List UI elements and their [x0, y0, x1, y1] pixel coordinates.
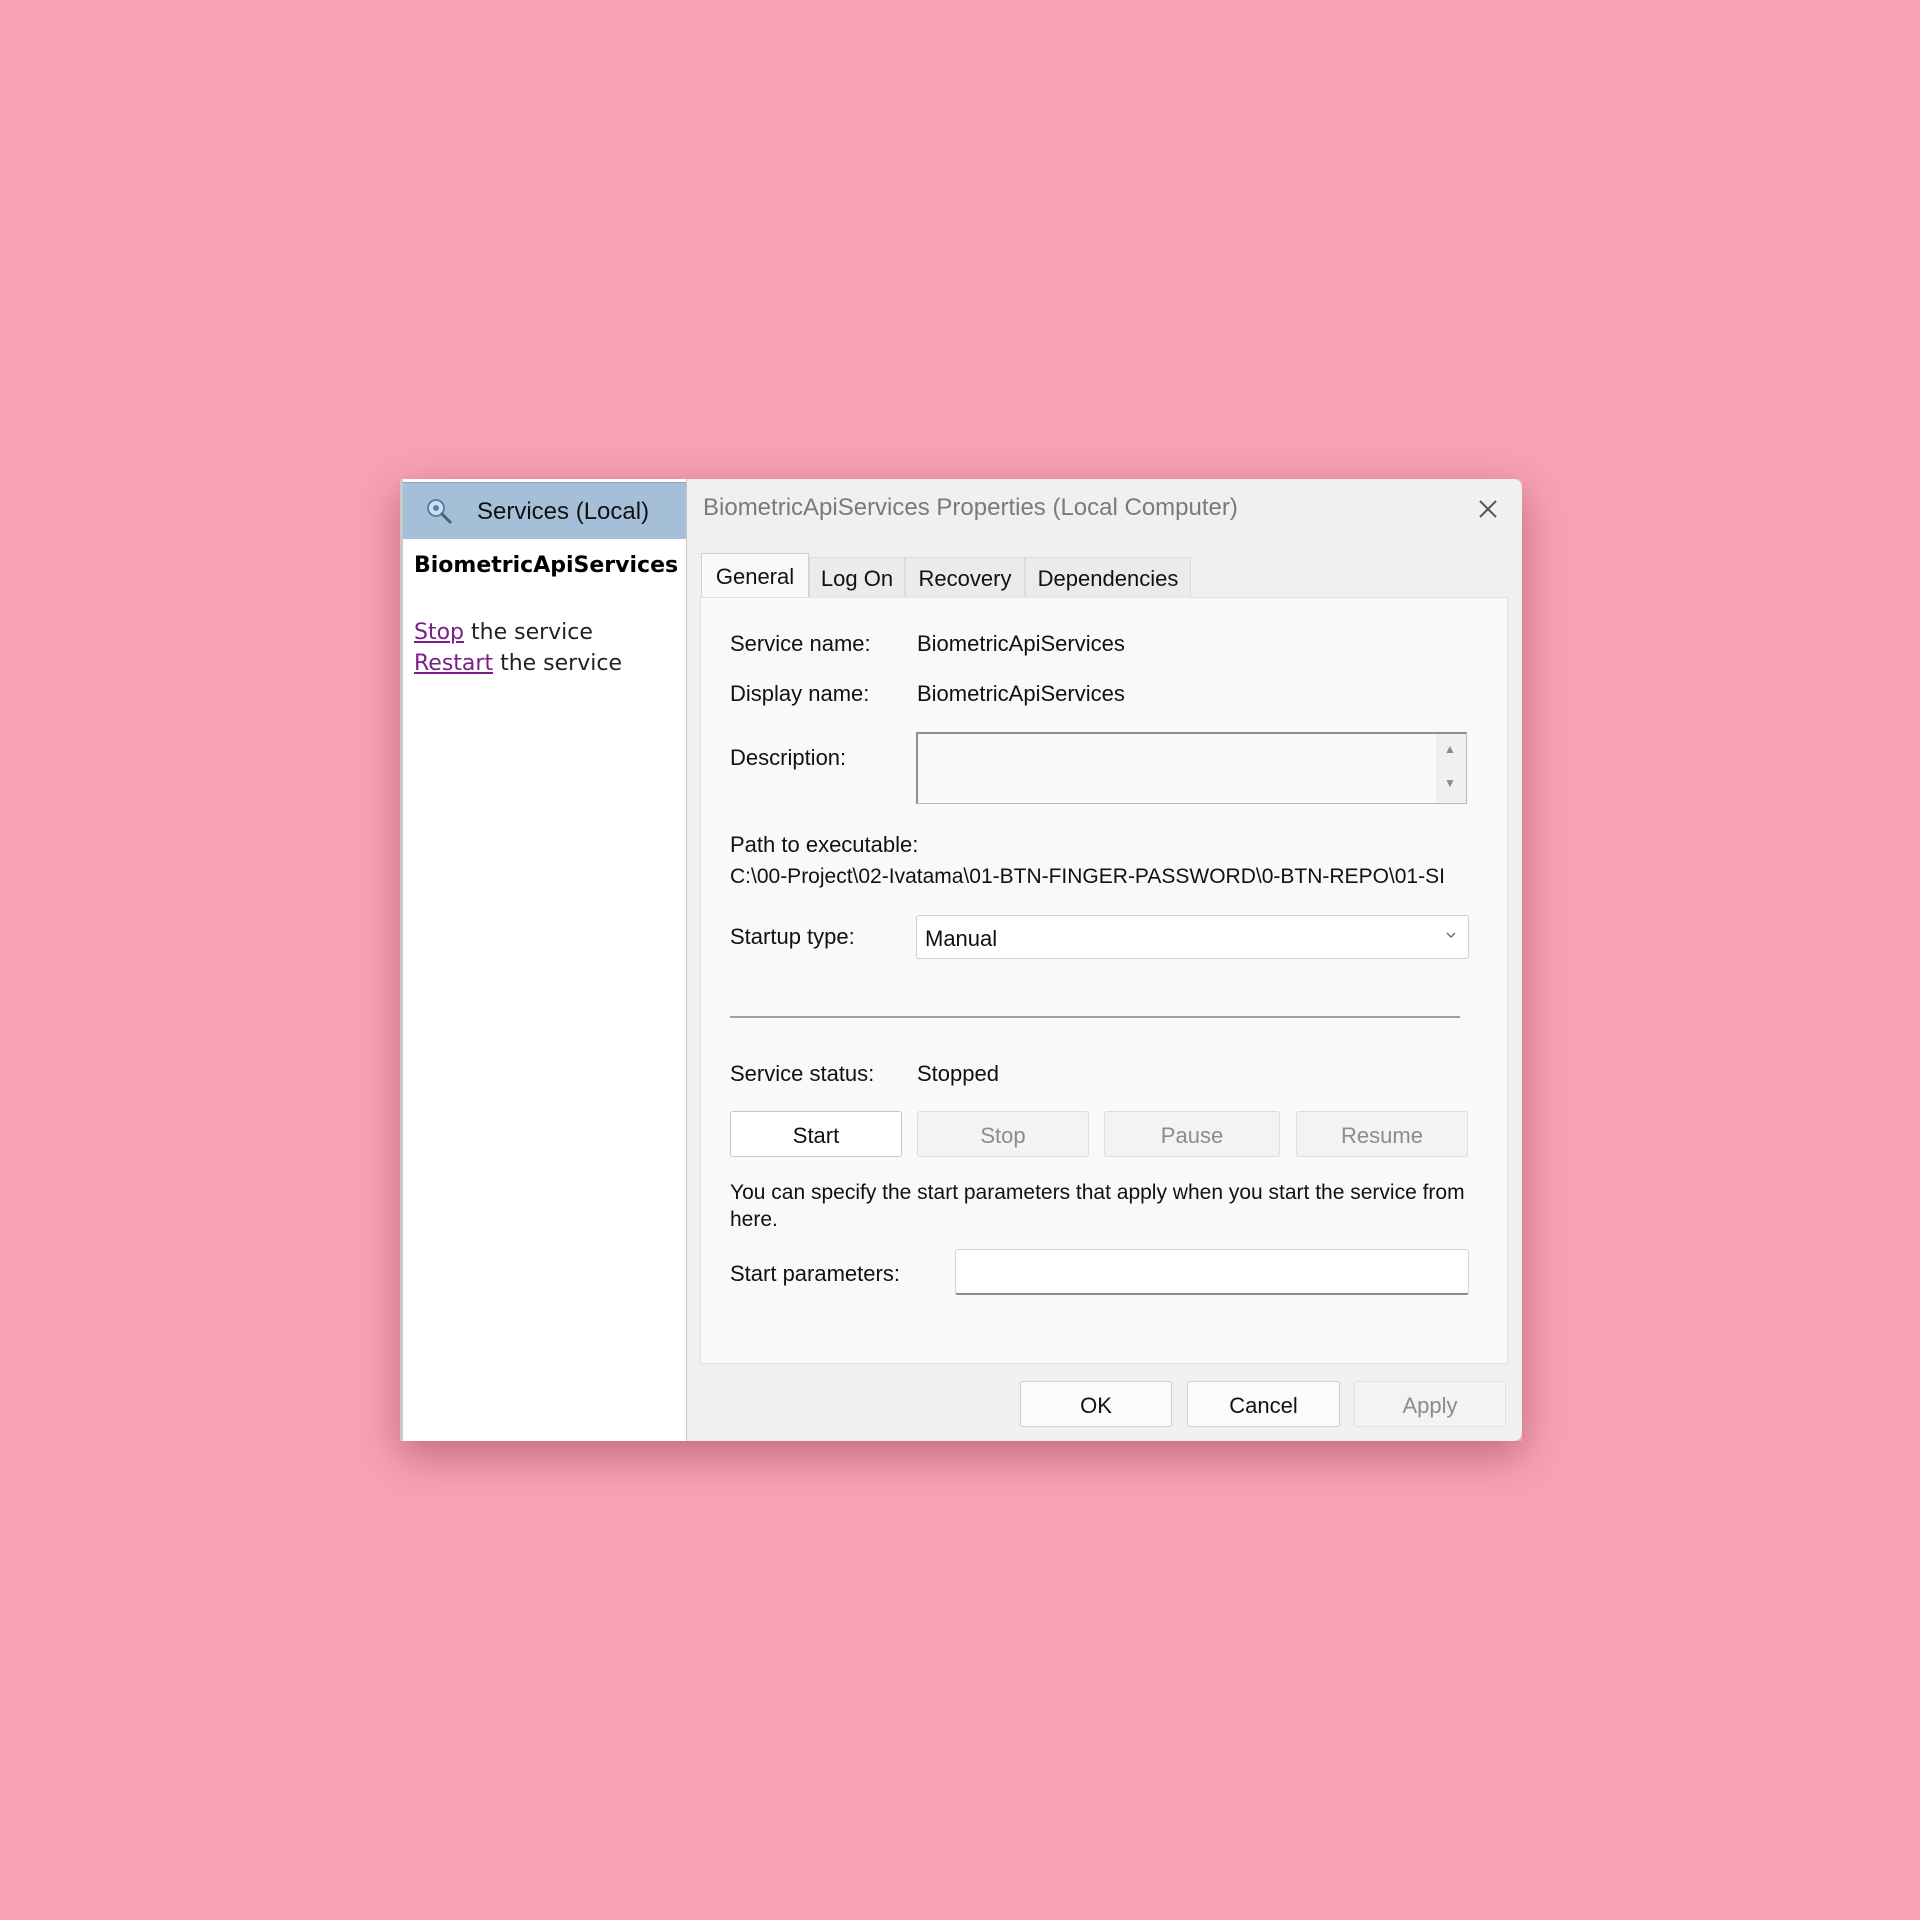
ok-button[interactable]: OK [1020, 1381, 1172, 1427]
services-pane: Services (Local) BiometricApiServices St… [400, 479, 689, 1441]
pause-button[interactable]: Pause [1104, 1111, 1280, 1157]
start-parameters-label: Start parameters: [730, 1261, 900, 1286]
description-textarea[interactable]: ▲ ▼ [916, 732, 1467, 804]
scroll-down-icon[interactable]: ▼ [1444, 776, 1456, 790]
service-name-label: Service name: [730, 631, 871, 656]
description-label: Description: [730, 745, 847, 770]
scroll-up-icon[interactable]: ▲ [1444, 742, 1456, 756]
path-value: C:\00-Project\02-Ivatama\01-BTN-FINGER-P… [730, 865, 1445, 888]
services-window: Services (Local) BiometricApiServices St… [400, 479, 1522, 1441]
cancel-button[interactable]: Cancel [1187, 1381, 1340, 1427]
close-icon[interactable] [1470, 491, 1506, 527]
start-button[interactable]: Start [730, 1111, 902, 1157]
service-status-label: Service status: [730, 1061, 875, 1086]
restart-service-link[interactable]: Restart [414, 651, 493, 676]
stop-service-text: the service [464, 620, 593, 645]
startup-type-select[interactable]: Manual [916, 915, 1469, 959]
services-gear-magnifier-icon [427, 499, 452, 524]
restart-service-text: the service [493, 651, 622, 676]
stop-service-link[interactable]: Stop [414, 620, 464, 645]
description-scrollbar[interactable]: ▲ ▼ [1436, 734, 1466, 803]
section-divider [730, 1016, 1460, 1018]
startup-type-value: Manual [925, 926, 998, 951]
display-name-value: BiometricApiServices [917, 681, 1125, 706]
display-name-label: Display name: [730, 681, 870, 706]
tab-general[interactable]: General [701, 553, 809, 597]
path-label: Path to executable: [730, 832, 919, 857]
start-params-info: You can specify the start parameters tha… [730, 1181, 1465, 1231]
service-status-value: Stopped [917, 1061, 999, 1086]
general-tab-panel: Service name: BiometricApiServices Displ… [700, 597, 1508, 1364]
selected-service-name: BiometricApiServices [414, 553, 679, 578]
properties-dialog: BiometricApiServices Properties (Local C… [686, 479, 1522, 1441]
apply-button[interactable]: Apply [1354, 1381, 1506, 1427]
chevron-down-icon [1446, 932, 1456, 938]
stop-service-line: Stop the service [414, 620, 593, 645]
start-parameters-input[interactable] [955, 1249, 1469, 1295]
tab-dependencies[interactable]: Dependencies [1025, 557, 1191, 597]
tab-strip: General Log On Recovery Dependencies [701, 553, 1509, 597]
startup-type-label: Startup type: [730, 924, 855, 949]
stop-button[interactable]: Stop [917, 1111, 1089, 1157]
restart-service-line: Restart the service [414, 651, 622, 676]
tab-log-on[interactable]: Log On [809, 557, 905, 597]
service-name-value: BiometricApiServices [917, 631, 1125, 656]
services-pane-header: Services (Local) [403, 482, 689, 539]
dialog-title: BiometricApiServices Properties (Local C… [703, 494, 1238, 521]
resume-button[interactable]: Resume [1296, 1111, 1468, 1157]
tab-recovery[interactable]: Recovery [905, 557, 1025, 597]
services-pane-title: Services (Local) [477, 498, 650, 525]
